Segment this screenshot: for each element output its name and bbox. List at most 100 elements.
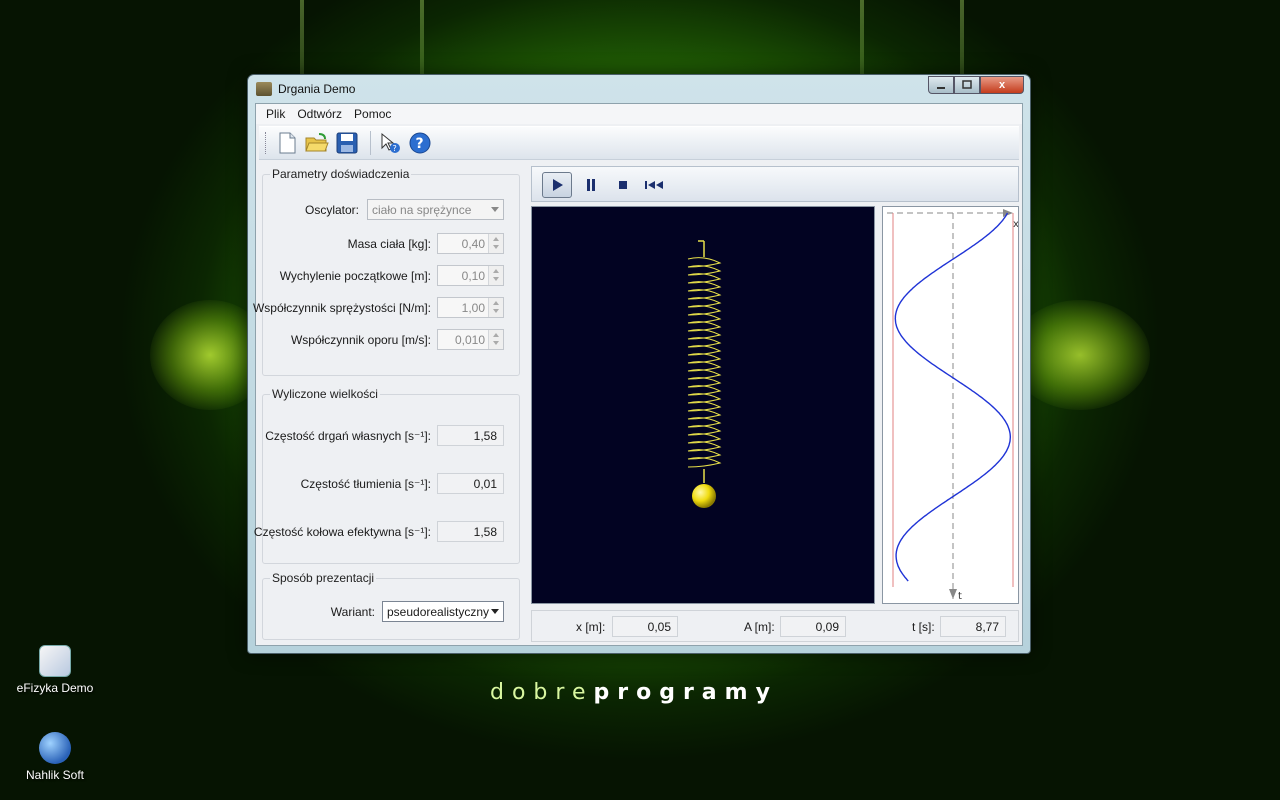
oscillator-select-value: ciało na sprężynce (372, 203, 472, 217)
toolbar-grip[interactable] (265, 132, 268, 154)
app-window: Drgania Demo x Plik Odtwórz Pomoc ? ? Pa… (247, 74, 1031, 654)
menu-pomoc[interactable]: Pomoc (348, 107, 397, 121)
save-icon (336, 132, 358, 154)
amplitude-readout-label: A [m]: (744, 620, 775, 634)
displacement-stepper[interactable]: 0,10 (437, 265, 504, 286)
desktop-icon-nahlik[interactable]: Nahlik Soft (10, 732, 100, 782)
context-help-button[interactable]: ? (377, 130, 403, 156)
playback-toolbar (531, 166, 1019, 202)
displacement-label: Wychylenie początkowe [m]: (279, 269, 431, 283)
rewind-button[interactable] (640, 172, 670, 198)
natural-frequency-label: Częstość drgań własnych [s⁻¹]: (265, 429, 431, 443)
menu-odtworz[interactable]: Odtwórz (291, 107, 348, 121)
mass-label: Masa ciała [kg]: (347, 237, 431, 251)
mass-stepper-arrows[interactable] (488, 234, 503, 253)
mass-stepper[interactable]: 0,40 (437, 233, 504, 254)
variant-label: Wariant: (330, 605, 375, 619)
menu-bar: Plik Odtwórz Pomoc (256, 104, 1022, 124)
time-axis-arrow (949, 589, 957, 599)
desktop-icon-label: eFizyka Demo (16, 681, 94, 695)
stiffness-label: Współczynnik sprężystości [N/m]: (252, 301, 431, 315)
drag-stepper-arrows[interactable] (488, 330, 503, 349)
drag-row: Współczynnik oporu [m/s]: 0,010 (263, 329, 521, 351)
x-readout-value: 0,05 (612, 616, 678, 637)
drag-value: 0,010 (454, 333, 485, 347)
stop-button[interactable] (608, 172, 638, 198)
computed-group: Wyliczone wielkości Częstość drgań własn… (254, 387, 521, 564)
natural-frequency-row: Częstość drgań własnych [s⁻¹]: 1,58 (263, 425, 521, 447)
svg-text:?: ? (393, 144, 397, 153)
damping-frequency-row: Częstość tłumienia [s⁻¹]: 0,01 (263, 473, 521, 495)
oscillating-mass[interactable] (692, 484, 716, 508)
x-axis-label: x (1013, 219, 1018, 230)
damping-frequency-value: 0,01 (437, 473, 504, 494)
simulation-view (531, 206, 875, 604)
variant-select-value: pseudorealistyczny (387, 605, 490, 619)
pause-button[interactable] (576, 172, 606, 198)
new-button[interactable] (274, 130, 300, 156)
stop-icon (619, 181, 627, 189)
drag-stepper[interactable]: 0,010 (437, 329, 504, 350)
stiffness-stepper-arrows[interactable] (488, 298, 503, 317)
new-document-icon (279, 132, 296, 154)
status-readouts: x [m]: 0,05 A [m]: 0,09 t [s]: 8,77 (531, 610, 1019, 642)
amplitude-readout-value: 0,09 (780, 616, 846, 637)
left-panel: Parametry doświadczenia Oscylator: ciało… (253, 164, 521, 644)
effective-frequency-label: Częstość kołowa efektywna [s⁻¹]: (253, 525, 431, 539)
caption-buttons: x (928, 76, 1024, 94)
open-button[interactable] (304, 130, 330, 156)
close-button[interactable]: x (980, 76, 1024, 94)
oscillator-select[interactable]: ciało na sprężynce (367, 199, 504, 220)
play-button[interactable] (542, 172, 572, 198)
mass-value: 0,40 (461, 237, 485, 251)
client-area: Plik Odtwórz Pomoc ? ? Parametry doświad… (253, 103, 1023, 646)
toolbar-separator (370, 131, 371, 155)
nahlik-shortcut-icon (39, 732, 71, 764)
x-axis-arrow (1003, 209, 1013, 217)
variant-row: Wariant: pseudorealistyczny (263, 601, 521, 623)
title-bar[interactable]: Drgania Demo x (248, 75, 1030, 103)
menu-plik[interactable]: Plik (260, 107, 291, 121)
stiffness-row: Współczynnik sprężystości [N/m]: 1,00 (253, 297, 521, 319)
spring-coils (687, 257, 722, 468)
computed-group-title: Wyliczone wielkości (270, 387, 380, 401)
graph-canvas: x t (887, 209, 1019, 602)
time-readout-value: 8,77 (940, 616, 1006, 637)
displacement-row: Wychylenie początkowe [m]: 0,10 (263, 265, 521, 287)
save-button[interactable] (334, 130, 360, 156)
effective-frequency-row: Częstość kołowa efektywna [s⁻¹]: 1,58 (254, 521, 521, 543)
oscillator-row: Oscylator: ciało na sprężynce (263, 199, 521, 221)
presentation-group-title: Sposób prezentacji (270, 571, 377, 585)
mass-row: Masa ciała [kg]: 0,40 (263, 233, 521, 255)
help-button[interactable]: ? (407, 130, 433, 156)
brand-light-text: dobre (490, 680, 594, 705)
effective-frequency-value: 1,58 (437, 521, 504, 542)
window-title: Drgania Demo (278, 82, 356, 96)
parameters-group: Parametry doświadczenia Oscylator: ciało… (253, 167, 521, 376)
desktop-icon-label: Nahlik Soft (25, 768, 85, 782)
help-icon: ? (409, 132, 431, 154)
wallpaper-brand: dobreprogramy (490, 680, 778, 705)
open-folder-icon (305, 133, 329, 152)
variant-select[interactable]: pseudorealistyczny (382, 601, 504, 622)
time-axis-label: t (958, 591, 962, 602)
desktop-icon-efizyka[interactable]: eFizyka Demo (10, 645, 100, 695)
x-readout-label: x [m]: (576, 620, 606, 634)
natural-frequency-value: 1,58 (437, 425, 504, 446)
displacement-time-graph: x t (882, 206, 1019, 604)
minimize-icon (937, 87, 945, 89)
chevron-down-icon (491, 609, 499, 614)
stiffness-value: 1,00 (461, 301, 485, 315)
app-icon (256, 82, 272, 96)
time-readout-label: t [s]: (912, 620, 935, 634)
maximize-icon (962, 80, 972, 89)
brand-bold-text: programy (593, 680, 778, 705)
minimize-button[interactable] (928, 76, 954, 94)
stiffness-stepper[interactable]: 1,00 (437, 297, 504, 318)
rewind-to-start-icon (645, 181, 663, 189)
background-glow-right (1010, 300, 1150, 410)
maximize-button[interactable] (954, 76, 980, 94)
efizyka-shortcut-icon (39, 645, 71, 677)
displacement-stepper-arrows[interactable] (488, 266, 503, 285)
damping-frequency-label: Częstość tłumienia [s⁻¹]: (300, 477, 431, 491)
